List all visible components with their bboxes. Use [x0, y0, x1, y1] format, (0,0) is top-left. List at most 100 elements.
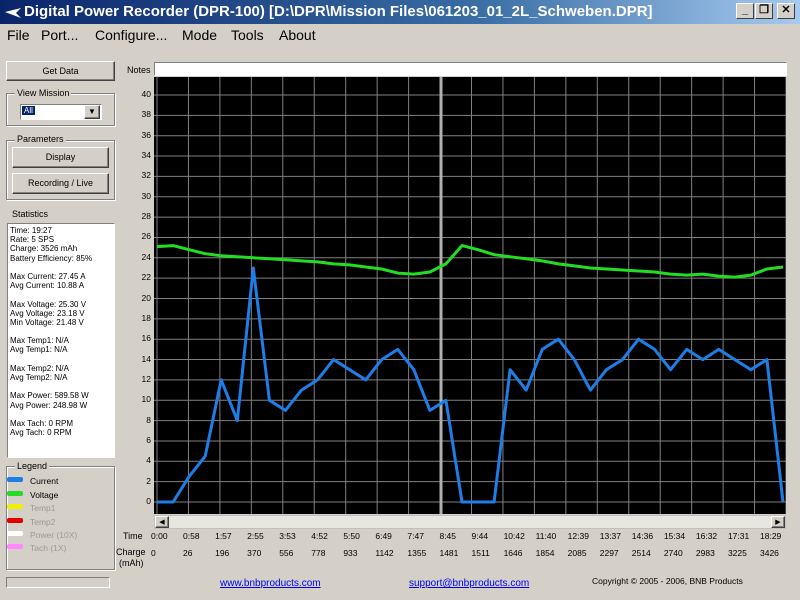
stat-line [10, 290, 112, 299]
x-time-tick-label: 0:00 [151, 531, 168, 541]
statistics-label: Statistics [10, 209, 51, 219]
stat-line: Max Power: 589.58 W [10, 391, 89, 401]
legend-item-temp2[interactable]: Temp2 [7, 517, 56, 527]
x-charge-tick-label: 370 [247, 548, 262, 558]
y-tick-label: 14 [141, 353, 151, 364]
statistics-panel: Time: 19:27 Rate: 5 SPS Charge: 3526 mAh Ba… [7, 223, 115, 458]
menu-mode[interactable]: Mode [182, 27, 217, 43]
title-bar: Digital Power Recorder (DPR-100) [D:\DPR… [0, 0, 800, 24]
stat-line: Avg Voltage: 23.18 V [10, 308, 85, 318]
stat-line: Avg Power: 248.98 W [10, 400, 88, 410]
view-mission-select[interactable]: All ▼ [20, 104, 102, 120]
x-charge-tick-label: 1142 [375, 548, 394, 558]
chart-svg [154, 77, 787, 514]
y-tick-label: 28 [141, 211, 151, 222]
stat-line: Max Tach: 0 RPM [10, 418, 73, 428]
x-charge-tick-label: 1511 [471, 548, 490, 558]
menu-bar: File Port... Configure... Mode Tools Abo… [0, 25, 800, 46]
x-charge-tick-label: 1646 [503, 548, 523, 558]
x-charge-tick-label: 2514 [631, 548, 651, 558]
y-tick-label: 22 [141, 272, 151, 283]
y-tick-label: 12 [141, 373, 151, 384]
x-time-tick-label: 9:44 [471, 531, 489, 541]
legend-item-power[interactable]: Power (10X) [7, 530, 77, 540]
x-time-tick-label: 18:29 [760, 531, 782, 541]
legend-label: Legend [15, 461, 50, 471]
display-button[interactable]: Display [12, 147, 109, 168]
legend-item-tach[interactable]: Tach (1X) [7, 543, 66, 553]
progress-bar [6, 577, 110, 588]
notes-input[interactable] [154, 62, 787, 76]
x-charge-tick-label: 0 [151, 548, 156, 558]
maximize-button[interactable]: ❐ [755, 3, 773, 19]
menu-tools[interactable]: Tools [231, 27, 264, 43]
x-charge-tick-label: 1854 [535, 548, 555, 558]
app-icon [5, 8, 21, 18]
x-time-tick-label: 4:52 [311, 531, 328, 541]
y-tick-label: 26 [141, 231, 151, 242]
y-tick-label: 40 [141, 89, 151, 99]
horizontal-scrollbar[interactable]: ◀ ▶ [154, 515, 786, 529]
x-charge-tick-label: 26 [183, 548, 193, 558]
copyright-text: Copyright © 2005 - 2006, BNB Products [592, 576, 743, 586]
legend-swatch [7, 531, 23, 536]
x-charge-tick-label: 2740 [663, 548, 683, 558]
y-tick-label: 20 [141, 292, 151, 303]
x-charge-tick-label: 933 [343, 548, 358, 558]
x-time-tick-label: 13:37 [599, 531, 622, 541]
website-link[interactable]: www.bnbproducts.com [220, 578, 321, 589]
minimize-button[interactable]: _ [736, 3, 754, 19]
y-tick-label: 0 [146, 496, 151, 506]
legend-swatch [7, 491, 23, 496]
stat-line: Avg Tach: 0 RPM [10, 428, 72, 438]
legend-label-text: Temp1 [30, 503, 56, 513]
legend-item-current[interactable]: Current [7, 476, 59, 486]
legend-swatch [7, 477, 23, 482]
y-tick-label: 18 [141, 312, 151, 323]
menu-file[interactable]: File [7, 27, 30, 43]
legend-swatch [7, 544, 23, 549]
y-tick-label: 32 [141, 170, 151, 181]
x-charge-tick-label: 1355 [407, 548, 427, 558]
x-charge-tick-label: 196 [215, 548, 230, 558]
notes-label: Notes [127, 65, 151, 75]
stat-line: Charge: 3526 mAh [10, 244, 78, 254]
stat-line: Max Temp1: N/A [10, 336, 69, 346]
menu-configure[interactable]: Configure... [95, 27, 167, 43]
x-charge-tick-label: 1481 [439, 548, 459, 558]
x-time-tick-label: 0:58 [183, 531, 200, 541]
stat-line [10, 382, 112, 391]
menu-port[interactable]: Port... [41, 27, 78, 43]
x-time-tick-label: 8:45 [439, 531, 457, 541]
stat-line: Avg Temp2: N/A [10, 373, 68, 382]
x-charge-tick-label: 2297 [599, 548, 619, 558]
y-tick-label: 16 [141, 333, 151, 344]
recording-live-button[interactable]: Recording / Live [12, 173, 109, 194]
legend-item-temp1[interactable]: Temp1 [7, 503, 56, 513]
charge-row-label: Charge [116, 547, 146, 557]
support-email-link[interactable]: support@bnbproducts.com [409, 578, 529, 589]
legend-label-text: Voltage [30, 490, 59, 500]
x-charge-tick-label: 3426 [760, 548, 779, 558]
legend-label-text: Current [30, 476, 59, 486]
legend-item-voltage[interactable]: Voltage [7, 490, 59, 500]
scroll-left-icon[interactable]: ◀ [155, 516, 169, 528]
x-time-tick-label: 10:42 [503, 531, 525, 541]
stat-line: Rate: 5 SPS [10, 235, 55, 245]
x-charge-tick-label: 2983 [695, 548, 715, 558]
x-time-tick-label: 11:40 [535, 531, 557, 541]
y-tick-label: 30 [141, 190, 151, 201]
stat-line: Avg Current: 10.88 A [10, 281, 85, 291]
x-time-tick-label: 3:53 [279, 531, 296, 541]
menu-about[interactable]: About [279, 27, 316, 43]
close-button[interactable]: ✕ [777, 3, 795, 19]
view-mission-value: All [22, 106, 35, 115]
dropdown-arrow-icon[interactable]: ▼ [84, 105, 100, 119]
x-time-tick-label: 2:55 [247, 531, 264, 541]
x-time-tick-label: 17:31 [727, 531, 750, 541]
scroll-right-icon[interactable]: ▶ [771, 516, 785, 528]
y-tick-label: 10 [141, 394, 151, 405]
get-data-button[interactable]: Get Data [6, 61, 115, 81]
time-row-label: Time [123, 531, 143, 541]
x-time-tick-label: 15:34 [663, 531, 686, 541]
